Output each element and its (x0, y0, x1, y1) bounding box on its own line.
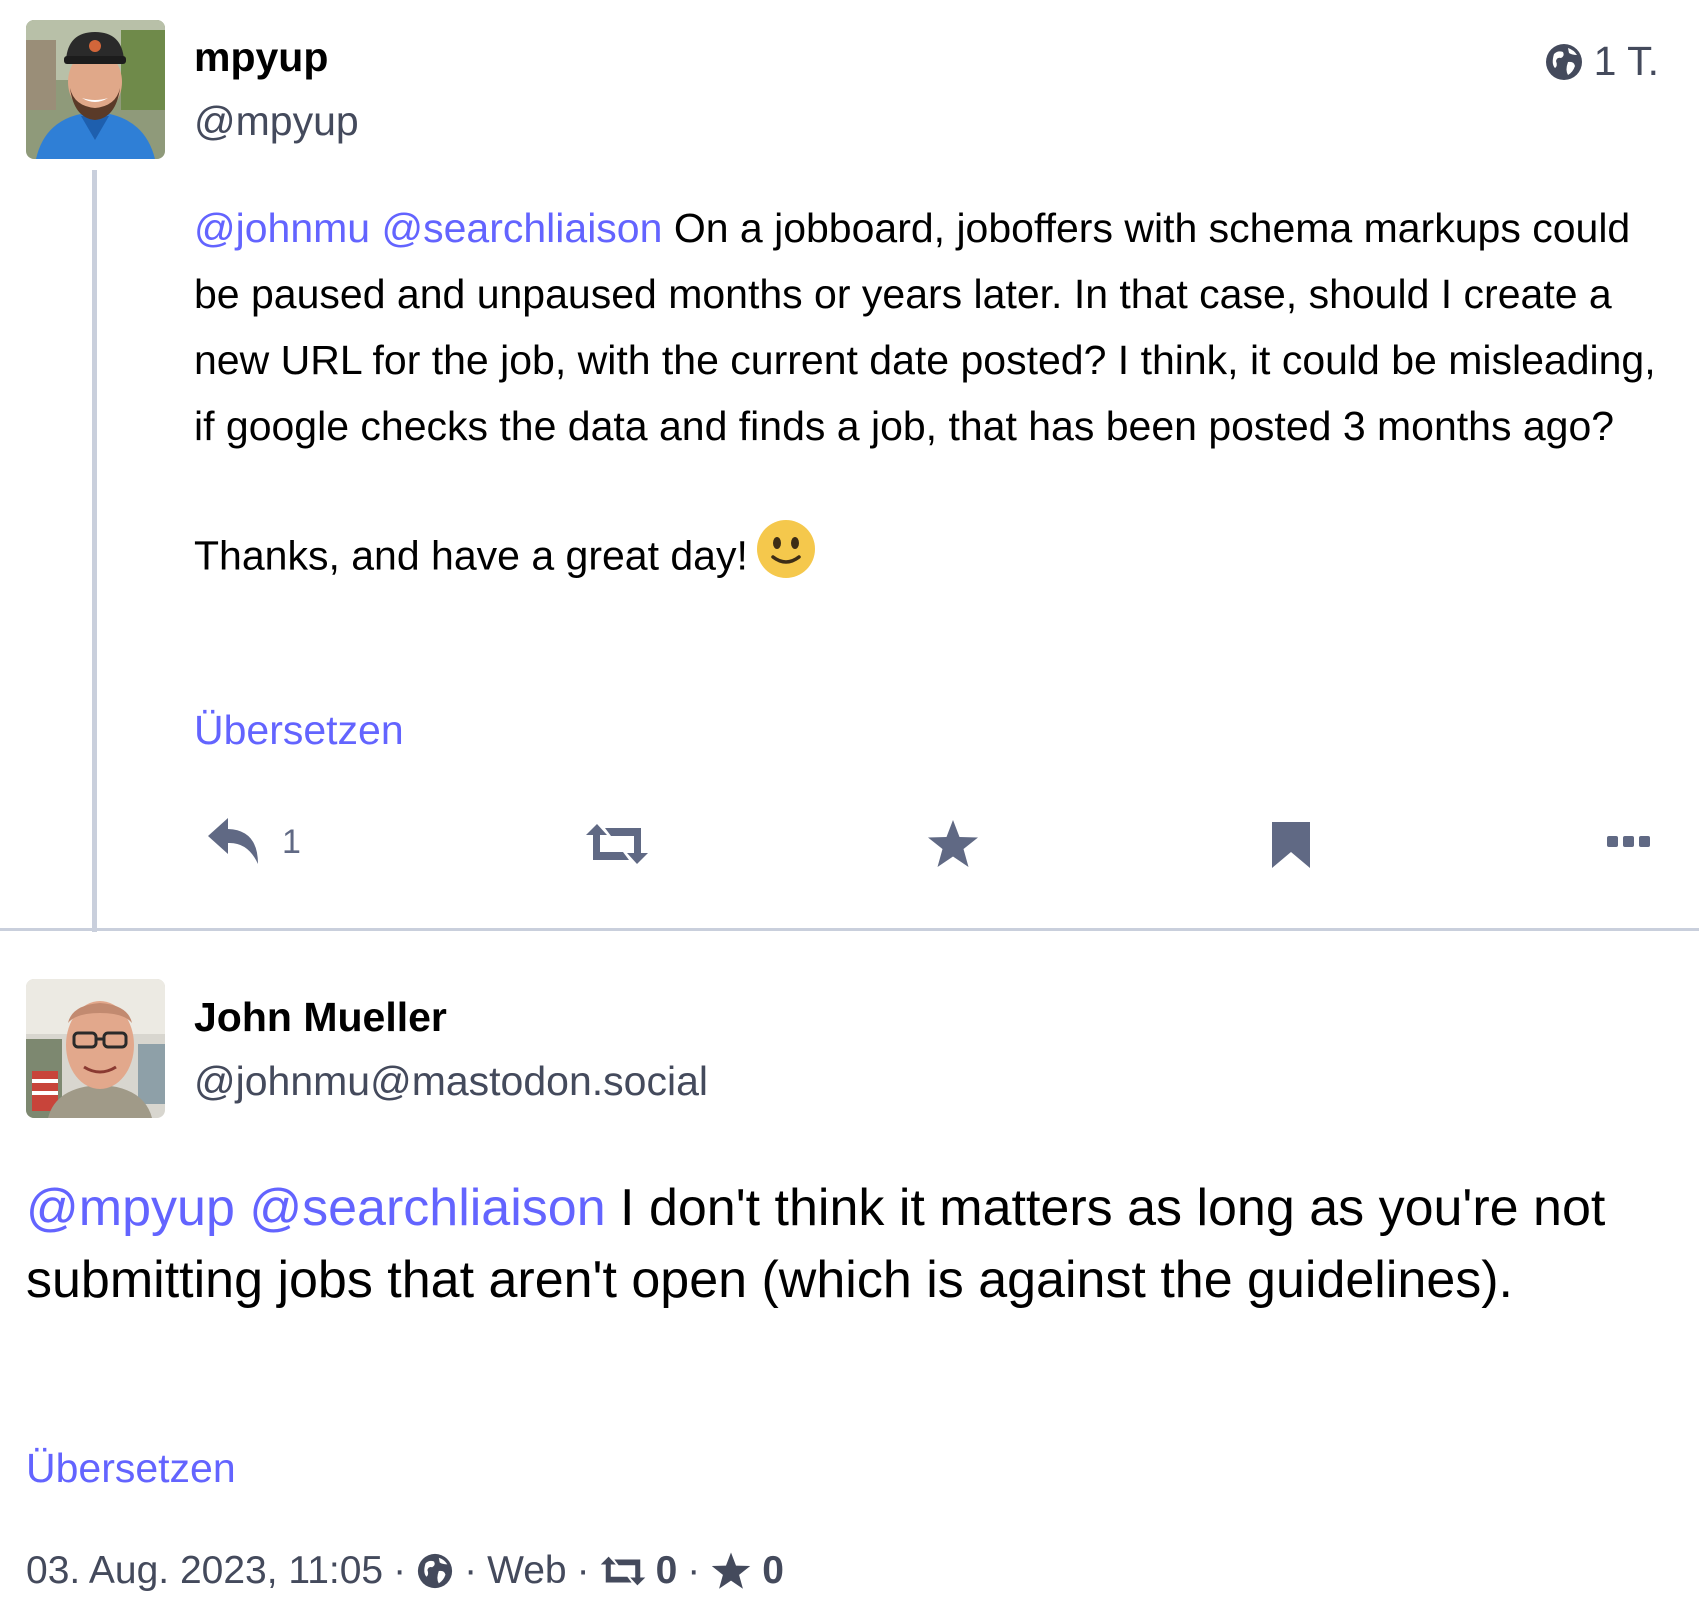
post-paragraph: @mpyup @searchliaison I don't think it m… (26, 1172, 1666, 1316)
bookmark-button[interactable] (1270, 820, 1312, 870)
user-photo-johnmu (26, 979, 165, 1118)
post-content: @johnmu @searchliaison On a jobboard, jo… (194, 195, 1664, 598)
globe-icon (417, 1553, 453, 1589)
post-content: @mpyup @searchliaison I don't think it m… (26, 1172, 1666, 1316)
mention-link[interactable]: @mpyup (26, 1179, 235, 1237)
translate-button[interactable]: Übersetzen (26, 1445, 236, 1492)
separator: · (464, 1549, 478, 1592)
reply-count: 1 (282, 822, 301, 861)
post-timestamp[interactable]: 1 T. (1544, 38, 1659, 85)
star-icon (712, 1552, 751, 1589)
globe-icon (1545, 43, 1582, 80)
user-photo-mpyup (26, 20, 165, 159)
translate-button[interactable]: Übersetzen (194, 707, 404, 754)
post-divider (0, 928, 1699, 931)
separator: · (393, 1549, 407, 1592)
post-paragraph: @johnmu @searchliaison On a jobboard, jo… (194, 195, 1664, 459)
more-button[interactable] (1606, 834, 1652, 850)
mention-link[interactable]: @searchliaison (382, 205, 663, 251)
mention-link[interactable]: @johnmu (194, 205, 370, 251)
author-display-name[interactable]: John Mueller (194, 994, 447, 1041)
post-paragraph: Thanks, and have a great day! (194, 519, 1664, 598)
client-name: Web (487, 1549, 567, 1592)
author-display-name[interactable]: mpyup (194, 34, 328, 81)
reply-icon (208, 818, 258, 864)
post-meta: 03. Aug. 2023, 11:05 · · Web · 0 · 0 (26, 1549, 784, 1593)
separator: · (576, 1549, 590, 1592)
avatar-johnmu[interactable] (26, 979, 165, 1118)
thread-line (92, 170, 97, 932)
avatar-mpyup[interactable] (26, 20, 165, 159)
favourite-button[interactable] (926, 818, 980, 870)
boost-count[interactable]: 0 (656, 1549, 678, 1593)
reply-button[interactable]: 1 (206, 816, 301, 868)
boost-icon (586, 824, 648, 864)
relative-time: 1 T. (1593, 38, 1659, 84)
post-text: Thanks, and have a great day! (194, 532, 748, 579)
star-icon (928, 820, 978, 867)
boost-button[interactable] (585, 822, 649, 866)
separator: · (687, 1549, 701, 1592)
author-handle[interactable]: @mpyup (194, 98, 359, 145)
more-icon (1607, 836, 1650, 847)
boost-icon (600, 1556, 645, 1586)
author-handle[interactable]: @johnmu@mastodon.social (194, 1058, 708, 1105)
mention-link[interactable]: @searchliaison (249, 1179, 605, 1237)
post-date[interactable]: 03. Aug. 2023, 11:05 (26, 1549, 383, 1593)
slightly-smiling-face-icon (756, 519, 816, 598)
favourite-count[interactable]: 0 (762, 1549, 784, 1593)
bookmark-icon (1272, 822, 1310, 868)
